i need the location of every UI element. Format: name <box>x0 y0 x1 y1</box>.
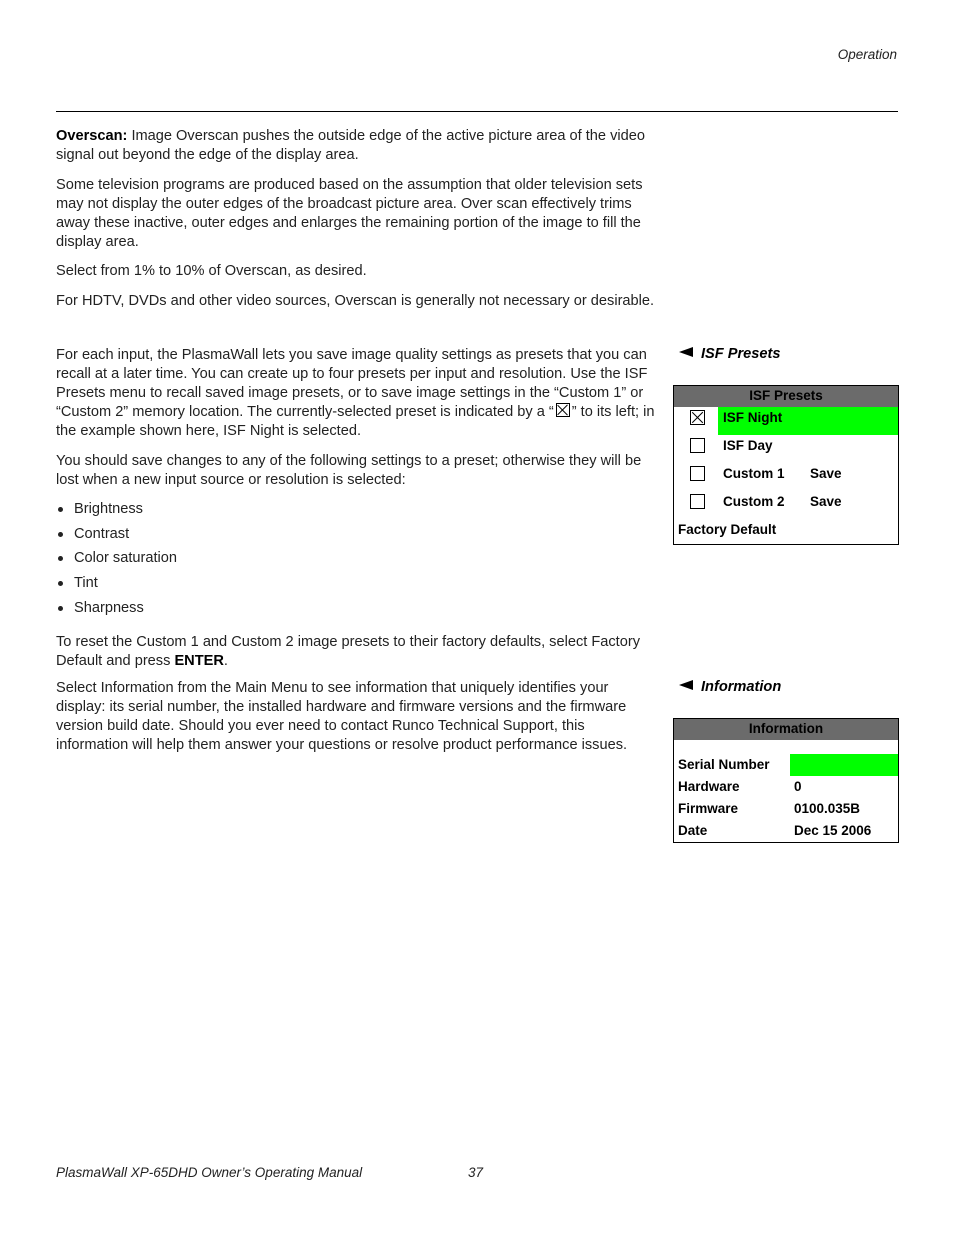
footer-manual-title: PlasmaWall XP-65DHD Owner’s Operating Ma… <box>56 1165 363 1180</box>
preset-row-custom-1[interactable]: Custom 1 Save <box>674 463 898 491</box>
settings-list: Brightness Contrast Color saturation Tin… <box>56 500 656 623</box>
list-item: Brightness <box>56 500 656 525</box>
overscan-paragraph-3: Select from 1% to 10% of Overscan, as de… <box>56 263 367 279</box>
arrow-left-icon <box>679 680 693 690</box>
checkbox-icon[interactable] <box>690 438 705 453</box>
preset-row-custom-2[interactable]: Custom 2 Save <box>674 491 898 519</box>
save-button[interactable]: Save <box>810 494 842 509</box>
overscan-paragraph-4: For HDTV, DVDs and other video sources, … <box>56 292 655 309</box>
checkbox-icon[interactable] <box>690 466 705 481</box>
information-paragraph: Select Information from the Main Menu to… <box>56 680 628 753</box>
checked-box-icon <box>555 403 570 417</box>
info-value: Dec 15 2006 <box>794 823 872 838</box>
list-item: Contrast <box>56 525 656 550</box>
list-item: Sharpness <box>56 599 656 624</box>
info-label: Date <box>678 823 708 838</box>
isf-presets-menu: ISF Presets ISF Night ISF Day Custom 1 S… <box>673 385 899 545</box>
preset-row-isf-night[interactable]: ISF Night <box>674 407 898 435</box>
information-section: Select Information from the Main Menu to… <box>56 679 656 766</box>
isf-presets-paragraph-3: To reset the Custom 1 and Custom 2 image… <box>56 634 641 670</box>
header-rule <box>56 111 898 112</box>
save-button[interactable]: Save <box>810 466 842 481</box>
page-number: 37 <box>468 1165 484 1180</box>
info-value-highlighted <box>790 754 898 776</box>
info-value: 0 <box>794 779 802 794</box>
info-row-serial-number: Serial Number <box>674 754 898 776</box>
info-label: Serial Number <box>678 757 770 772</box>
overscan-section: Overscan: Image Overscan pushes the outs… <box>56 127 656 321</box>
factory-default-item[interactable]: Factory Default <box>674 519 898 544</box>
preset-row-isf-day[interactable]: ISF Day <box>674 435 898 463</box>
isf-presets-paragraph-1: For each input, the PlasmaWall lets you … <box>56 347 655 439</box>
info-value: 0100.035B <box>794 801 861 816</box>
checked-box-icon[interactable] <box>690 410 705 425</box>
preset-name: ISF Night <box>723 410 783 425</box>
list-item: Tint <box>56 574 656 599</box>
isf-presets-paragraph-2: You should save changes to any of the fo… <box>56 452 642 488</box>
isf-presets-section: For each input, the PlasmaWall lets you … <box>56 346 656 682</box>
list-item: Color saturation <box>56 549 656 574</box>
isf-presets-menu-title: ISF Presets <box>674 386 898 407</box>
preset-name: Custom 2 <box>723 494 785 509</box>
info-label: Firmware <box>678 801 739 816</box>
info-row-date: Date Dec 15 2006 <box>674 820 898 842</box>
info-row-firmware: Firmware 0100.035B <box>674 798 898 820</box>
info-label: Hardware <box>678 779 740 794</box>
overscan-label: Overscan: <box>56 128 128 144</box>
information-heading: Information <box>679 679 781 695</box>
overscan-intro: Overscan: Image Overscan pushes the outs… <box>56 128 645 163</box>
arrow-left-icon <box>679 347 693 357</box>
preset-name: ISF Day <box>723 438 773 453</box>
information-menu-title: Information <box>674 719 898 740</box>
preset-name: Custom 1 <box>723 466 785 481</box>
information-menu: Information Serial Number Hardware 0 Fir… <box>673 718 899 843</box>
overscan-paragraph-2: Some television programs are produced ba… <box>56 176 643 250</box>
checkbox-icon[interactable] <box>690 494 705 509</box>
running-header-section: Operation <box>837 47 897 62</box>
isf-presets-heading: ISF Presets <box>679 346 781 362</box>
info-row-hardware: Hardware 0 <box>674 776 898 798</box>
